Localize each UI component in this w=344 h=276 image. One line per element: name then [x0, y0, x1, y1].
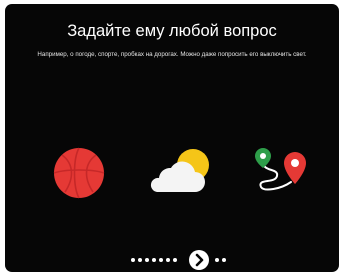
onboarding-screen: Задайте ему любой вопрос Например, о пог… [5, 4, 339, 272]
page-dot[interactable] [222, 258, 226, 262]
page-dot[interactable] [138, 258, 142, 262]
page-dot[interactable] [152, 258, 156, 262]
weather-icon [149, 147, 215, 197]
sports-ball-icon [53, 147, 105, 199]
page-title: Задайте ему любой вопрос [67, 22, 277, 40]
page-indicator [123, 250, 243, 270]
page-subtitle: Например, о погоде, спорте, пробках на д… [37, 51, 307, 58]
chevron-right-icon [195, 253, 204, 267]
next-button[interactable] [189, 250, 209, 270]
route-map-icon [251, 146, 309, 194]
page-dot[interactable] [131, 258, 135, 262]
page-dot[interactable] [173, 258, 177, 262]
page-dot[interactable] [166, 258, 170, 262]
page-dot[interactable] [159, 258, 163, 262]
page-dot[interactable] [145, 258, 149, 262]
page-dot[interactable] [215, 258, 219, 262]
